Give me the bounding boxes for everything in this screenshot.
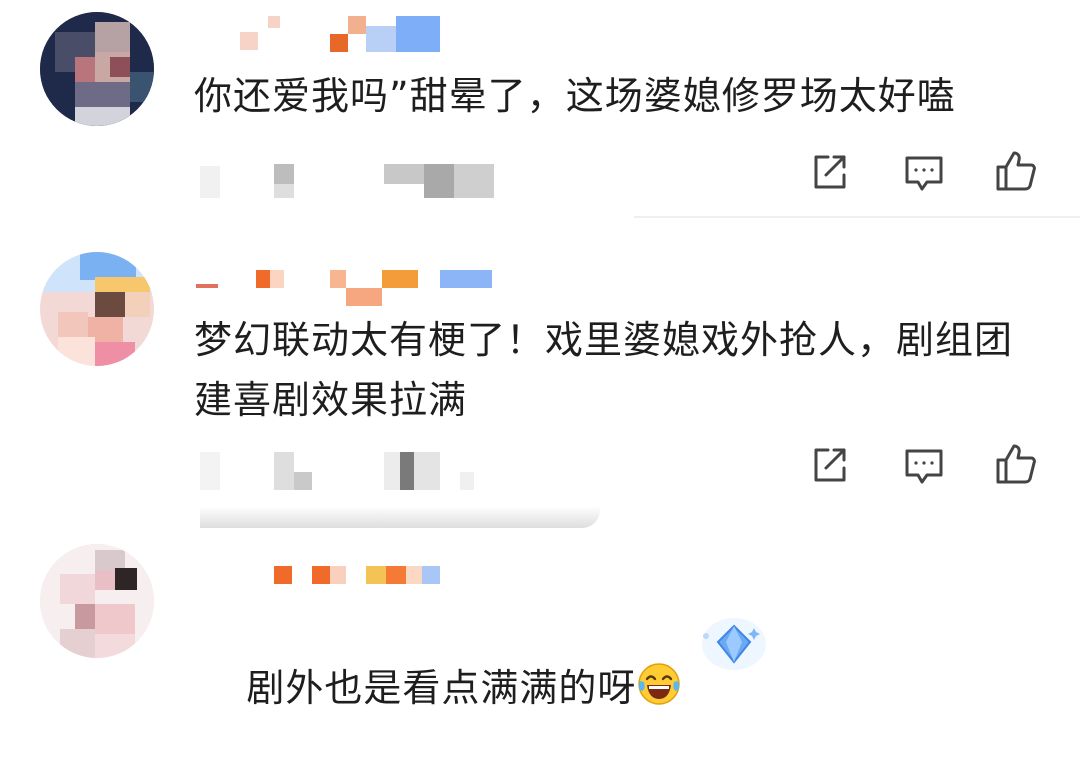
diamond-badge-icon xyxy=(696,614,766,674)
avatar[interactable] xyxy=(40,544,154,658)
laughing-tears-emoji xyxy=(638,663,681,705)
comment-text: 剧外也是看点满满的呀 xyxy=(194,598,1034,778)
comment-item: 剧外也是看点满满的呀 xyxy=(0,0,1080,710)
username-redacted[interactable] xyxy=(274,566,474,602)
comment-text-body: 剧外也是看点满满的呀 xyxy=(246,666,637,710)
